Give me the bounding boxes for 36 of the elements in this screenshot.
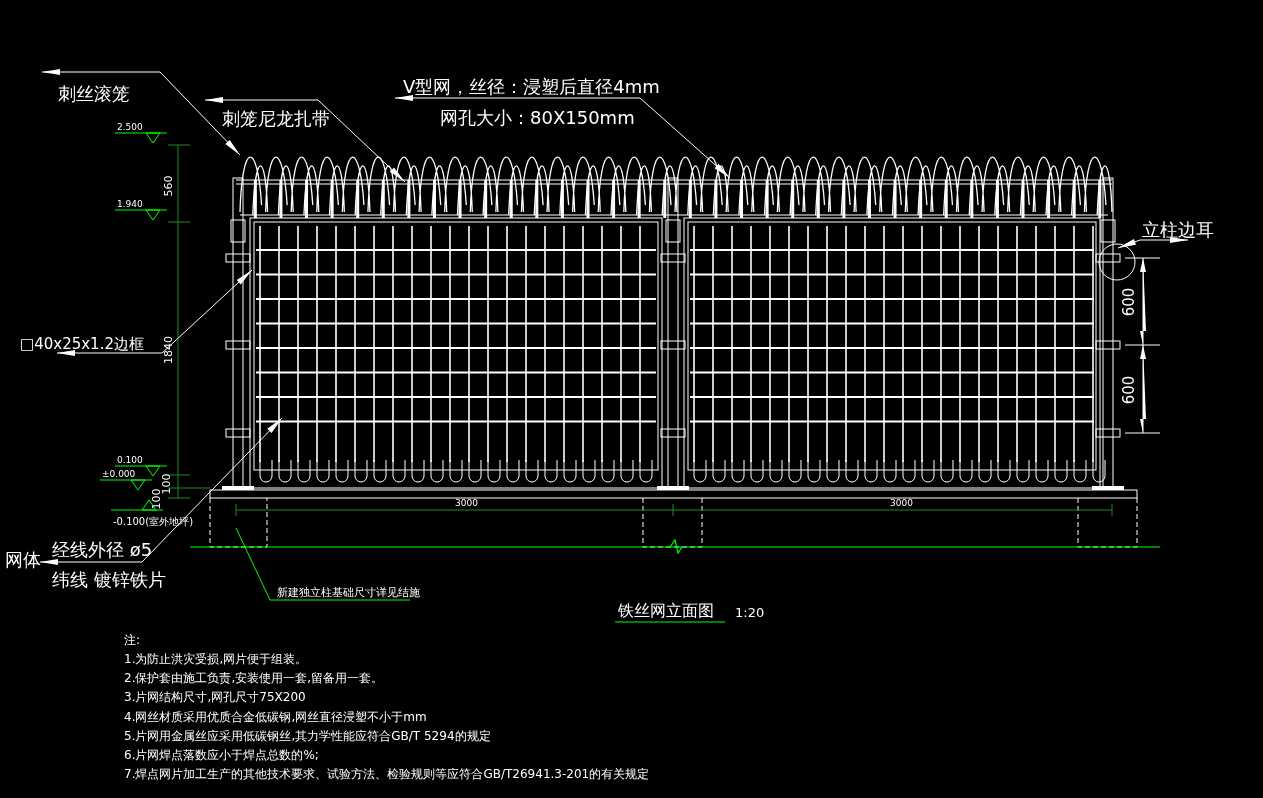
dimension-text: 3000 [890, 498, 913, 508]
dimension-text: 100 [150, 488, 163, 510]
callout-text: □40x25x1.2边框 [20, 335, 144, 353]
note-text: 2.保护套由施工负责,安装使用一套,留备用一套。 [124, 671, 384, 686]
callout-text: 网体 [5, 549, 41, 570]
note-text: 7.焊点网片加工生产的其他技术要求、试验方法、检验规则等应符合GB/T26941.3-201的有关规定 [124, 767, 650, 782]
callout-text: V型网，丝径：浸塑后直径4mm [403, 76, 660, 97]
level-mark [114, 209, 168, 221]
notes-heading: 注: [124, 633, 141, 647]
level-mark [114, 132, 168, 144]
dimension-text: 600 [1120, 287, 1138, 317]
dimension-text: 100 [160, 473, 173, 495]
callout-text: 刺丝滚笼 [58, 83, 130, 104]
callout-text: 刺笼尼龙扎带 [222, 108, 330, 129]
drawing-scale: 1:20 [735, 605, 765, 620]
level-mark [99, 479, 153, 491]
note-text: 4.网丝材质采用优质合金低碳钢,网丝直径浸塑不小于mm [124, 709, 427, 724]
callout-text: 立柱边耳 [1142, 219, 1214, 240]
dimension-text: 560 [162, 175, 175, 197]
level-text: 1.940 [117, 199, 143, 209]
level-text: 0.100 [117, 455, 143, 465]
dimension-text: 600 [1120, 375, 1138, 405]
level-text: -0.100(室外地坪) [113, 516, 194, 527]
foundation-note: 新建独立柱基础尺寸详见结施 [277, 586, 420, 599]
note-text: 6.片网焊点落数应小于焊点总数的%; [124, 748, 319, 762]
callout-text: 网孔大小：80X150mm [440, 107, 635, 128]
callout-text: 纬线 镀锌铁片 [52, 569, 166, 590]
note-text: 3.片网结构尺寸,网孔尺寸75X200 [124, 690, 306, 705]
note-text: 5.片网用金属丝应采用低碳钢丝,其力学性能应符合GB/T 5294的规定 [124, 728, 491, 743]
drawing-title: 铁丝网立面图 [618, 601, 714, 620]
note-text: 1.为防止洪灾受损,网片便于组装。 [124, 652, 308, 666]
dimension-text: 1840 [162, 336, 175, 364]
callout-text: 经线外径 ø5 [52, 539, 153, 560]
level-text: ±0.000 [102, 469, 136, 479]
level-text: 2.500 [117, 122, 143, 132]
dimension-text: 3000 [455, 498, 478, 508]
